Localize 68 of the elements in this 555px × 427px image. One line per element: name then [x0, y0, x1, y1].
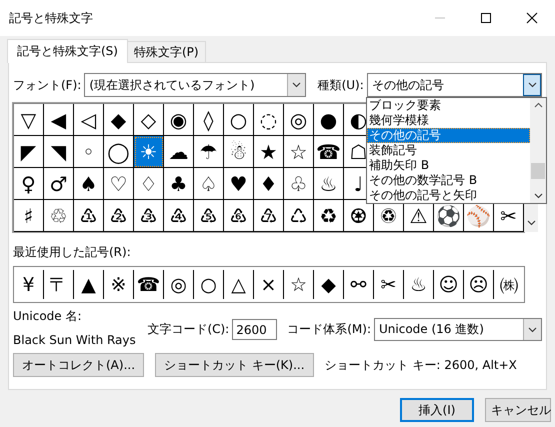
font-dropdown[interactable]: (現在選択されているフォント): [84, 73, 306, 97]
subset-dropdown[interactable]: その他の記号: [366, 73, 542, 97]
shortcut-key-button[interactable]: ショートカット キー(K)...: [155, 353, 314, 377]
symbol-cell[interactable]: ♡: [104, 168, 134, 200]
symbol-cell[interactable]: ◎: [284, 104, 314, 136]
scroll-down-icon[interactable]: [534, 193, 542, 199]
symbol-cell[interactable]: ◥: [44, 136, 74, 168]
symbol-cell[interactable]: ☎: [314, 136, 344, 168]
symbol-cell[interactable]: ☂: [194, 136, 224, 168]
tab[interactable]: 記号と特殊文字(S): [7, 39, 128, 63]
window-title: 記号と特殊文字: [8, 10, 94, 26]
symbol-cell[interactable]: ☃: [224, 136, 254, 168]
symbol-cell[interactable]: ♯: [14, 200, 44, 232]
symbol-cell[interactable]: ○: [224, 104, 254, 136]
autocorrect-button[interactable]: オートコレクト(A)...: [13, 353, 144, 377]
code-system-label: コード体系(M):: [287, 321, 371, 338]
symbol-cell[interactable]: ♂: [44, 168, 74, 200]
symbol-cell[interactable]: ♴: [104, 200, 134, 232]
symbol-cell[interactable]: ♶: [164, 200, 194, 232]
scroll-up-icon[interactable]: [534, 102, 542, 108]
unicode-name: Black Sun With Rays: [13, 333, 137, 347]
symbol-cell[interactable]: ♳: [74, 200, 104, 232]
symbol-cell[interactable]: ★: [254, 136, 284, 168]
symbol-cell[interactable]: ♦: [254, 168, 284, 200]
scroll-down-icon[interactable]: [526, 220, 536, 226]
subset-label: 種類(U):: [318, 76, 364, 94]
char-code-field[interactable]: 2600: [232, 319, 278, 340]
symbol-cell[interactable]: ♨: [314, 168, 344, 200]
tab[interactable]: 特殊文字(P): [126, 41, 206, 62]
symbol-cell[interactable]: ◁: [74, 104, 104, 136]
symbol-cell[interactable]: ☁: [164, 136, 194, 168]
unicode-name-label: Unicode 名:: [13, 308, 83, 325]
symbol-cell[interactable]: ♲: [44, 200, 74, 232]
char-code-label: 文字コード(C):: [147, 321, 230, 338]
code-system-dropdown[interactable]: Unicode (16 進数): [374, 318, 542, 341]
insert-button[interactable]: 挿入(I): [400, 398, 474, 422]
recent-symbol[interactable]: ㈱: [494, 270, 524, 299]
symbol-cell[interactable]: ●: [314, 104, 344, 136]
symbol-cell[interactable]: ◤: [14, 136, 44, 168]
symbol-cell[interactable]: ▽: [14, 104, 44, 136]
list-scrollbar[interactable]: [530, 98, 546, 203]
symbol-cell[interactable]: ♻: [314, 200, 344, 232]
symbol-cell[interactable]: ♧: [284, 168, 314, 200]
symbol-cell[interactable]: ♺: [284, 200, 314, 232]
symbol-cell[interactable]: ♀: [14, 168, 44, 200]
symbol-cell[interactable]: ♤: [194, 168, 224, 200]
symbol-cell[interactable]: ♷: [194, 200, 224, 232]
symbol-cell[interactable]: ♢: [134, 168, 164, 200]
symbol-cell[interactable]: ◊: [194, 104, 224, 136]
shortcut-text: ショートカット キー: 2600, Alt+X: [324, 356, 517, 374]
recent-label: 最近使用した記号(R):: [13, 244, 132, 261]
font-label: フォント(F):: [13, 76, 82, 94]
symbol-cell[interactable]: ♸: [224, 200, 254, 232]
symbol-cell[interactable]: ♹: [254, 200, 284, 232]
cancel-button[interactable]: キャンセル: [485, 398, 551, 422]
symbol-cell[interactable]: ◌: [254, 104, 284, 136]
symbol-cell[interactable]: ☆: [284, 136, 314, 168]
symbol-cell[interactable]: ◆: [104, 104, 134, 136]
symbol-cell[interactable]: ♥: [224, 168, 254, 200]
symbol-cell[interactable]: ◦: [74, 136, 104, 168]
symbol-cell[interactable]: ♠: [74, 168, 104, 200]
symbol-cell[interactable]: ♵: [134, 200, 164, 232]
symbol-cell[interactable]: ♣: [164, 168, 194, 200]
symbol-cell[interactable]: ◀: [44, 104, 74, 136]
symbol-cell[interactable]: ◉: [164, 104, 194, 136]
dropdown-option[interactable]: その他の記号: [367, 128, 530, 143]
scrollbar-thumb[interactable]: [531, 163, 545, 179]
symbol-cell[interactable]: ☀: [134, 136, 164, 168]
